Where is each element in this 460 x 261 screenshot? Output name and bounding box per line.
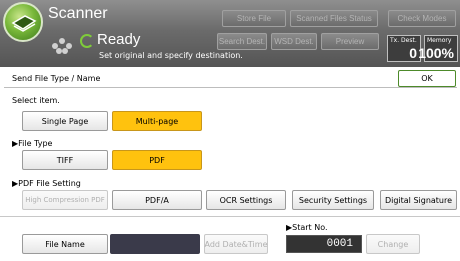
scanner-app-icon[interactable]	[3, 2, 43, 42]
select-item-label: Select item.	[12, 96, 60, 105]
multi-page-button[interactable]: Multi-page	[112, 111, 202, 131]
tx-dest-counter: Tx. Dest. 0	[387, 35, 421, 62]
check-modes-button[interactable]: Check Modes	[388, 10, 456, 27]
memory-value: 100%	[418, 45, 454, 61]
panel-title-bar: Send File Type / Name	[4, 68, 457, 88]
add-date-time-button[interactable]: Add Date&Time	[204, 234, 268, 254]
digital-signature-button[interactable]: Digital Signature	[380, 190, 457, 210]
preview-button[interactable]: Preview	[321, 33, 379, 50]
divider	[0, 216, 460, 217]
header-bar: Scanner Store File Scanned Files Status …	[0, 0, 460, 67]
file-type-label: ▶File Type	[12, 139, 53, 148]
tiff-button[interactable]: TIFF	[22, 150, 108, 170]
memory-indicator: Memory 100%	[418, 35, 458, 62]
scanned-files-status-button[interactable]: Scanned Files Status	[290, 10, 378, 27]
ready-indicator-icon	[80, 34, 94, 48]
pdf-file-setting-label: ▶PDF File Setting	[12, 179, 81, 188]
app-title: Scanner	[48, 5, 108, 22]
ocr-settings-button[interactable]: OCR Settings	[206, 190, 286, 210]
start-no-label: ▶Start No.	[286, 223, 328, 232]
change-button[interactable]: Change	[366, 234, 420, 254]
ok-button[interactable]: OK	[398, 70, 456, 87]
single-page-button[interactable]: Single Page	[22, 111, 108, 131]
pdf-a-button[interactable]: PDF/A	[112, 190, 202, 210]
security-settings-button[interactable]: Security Settings	[292, 190, 374, 210]
pdf-button[interactable]: PDF	[112, 150, 202, 170]
start-no-field[interactable]: 0001	[286, 235, 362, 253]
wsd-dest-button[interactable]: WSD Dest.	[271, 33, 317, 50]
file-name-field[interactable]	[110, 234, 200, 254]
panel-title: Send File Type / Name	[12, 74, 101, 83]
high-compression-pdf-button[interactable]: High Compression PDF	[22, 190, 108, 210]
tx-dest-label: Tx. Dest.	[390, 37, 417, 44]
people-icon	[52, 38, 72, 54]
search-dest-button[interactable]: Search Dest.	[217, 33, 267, 50]
status-text: Ready	[97, 31, 141, 48]
status-subtext: Set original and specify destination.	[99, 51, 243, 60]
memory-label: Memory	[427, 37, 452, 44]
tx-dest-value: 0	[409, 45, 417, 61]
store-file-button[interactable]: Store File	[222, 10, 286, 27]
file-name-button[interactable]: File Name	[22, 234, 108, 254]
